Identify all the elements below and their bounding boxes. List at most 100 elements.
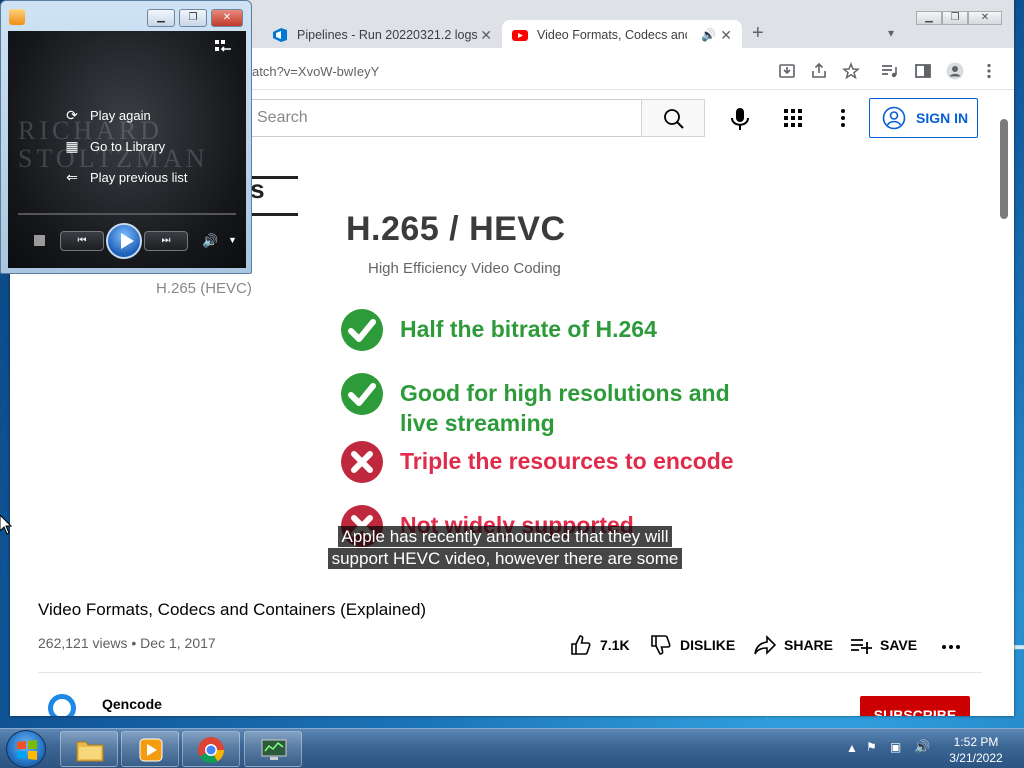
- tab-title: Pipelines - Run 20220321.2 logs: [297, 28, 478, 42]
- add-to-playlist-icon: [851, 639, 872, 654]
- slide-subtitle: High Efficiency Video Coding: [368, 260, 561, 277]
- go-to-library-item[interactable]: ▦ Go to Library: [64, 138, 165, 154]
- taskbar-media-player[interactable]: [121, 731, 179, 767]
- video-title: Video Formats, Codecs and Containers (Ex…: [38, 600, 427, 619]
- menu-label: Play previous list: [90, 169, 188, 185]
- media-player-body: RICHARD STOLTZMAN ⟳ Play again ▦ Go to L…: [8, 31, 246, 268]
- apps-grid-icon[interactable]: [782, 107, 804, 129]
- start-button[interactable]: [6, 730, 46, 768]
- media-player-window: ▁ ❐ ✕ RICHARD STOLTZMAN ⟳ Play again ▦ G…: [0, 0, 252, 274]
- tab-search-icon[interactable]: ▾: [888, 26, 894, 40]
- dislike-label: DISLIKE: [680, 637, 736, 653]
- side-panel-icon[interactable]: [914, 62, 932, 80]
- volume-tray-icon[interactable]: 🔊: [914, 739, 930, 768]
- profile-icon[interactable]: [946, 62, 964, 80]
- green-check-icon: [341, 309, 383, 351]
- volume-icon[interactable]: 🔊: [202, 233, 218, 249]
- media-player-icon: [139, 738, 163, 762]
- bullet-text: Half the bitrate of H.264: [400, 316, 657, 342]
- dislike-button[interactable]: DISLIKE: [650, 634, 735, 656]
- scroll-thumb[interactable]: [1000, 119, 1008, 219]
- stop-icon[interactable]: [34, 235, 45, 246]
- more-actions-button[interactable]: [940, 634, 962, 656]
- like-button[interactable]: 7.1K: [570, 634, 630, 656]
- clock-time: 1:52 PM: [953, 735, 999, 749]
- taskbar-chrome[interactable]: [182, 731, 240, 767]
- page-scrollbar[interactable]: [998, 91, 1010, 711]
- folder-icon: [76, 741, 104, 762]
- share-arrow-icon: [754, 635, 776, 655]
- save-label: SAVE: [880, 637, 918, 653]
- minimize-button[interactable]: ▁: [916, 11, 942, 25]
- tab-youtube[interactable]: Video Formats, Codecs and C 🔊 ✕: [502, 20, 742, 50]
- windows-logo-icon: [17, 740, 37, 760]
- microphone-icon[interactable]: [722, 101, 758, 137]
- save-button[interactable]: SAVE: [850, 634, 917, 656]
- tab-title: Video Formats, Codecs and C: [537, 28, 687, 42]
- media-control-icon[interactable]: [880, 62, 898, 80]
- switch-to-library-icon[interactable]: [214, 39, 232, 55]
- download-icon[interactable]: [778, 62, 796, 80]
- new-tab-button[interactable]: +: [752, 22, 764, 45]
- replay-icon: ⟳: [66, 107, 78, 123]
- wmp-maximize-button[interactable]: ❐: [179, 9, 207, 27]
- speaker-icon[interactable]: 🔊: [701, 28, 716, 42]
- action-center-icon[interactable]: ⚑: [866, 740, 877, 768]
- video-meta: 262,121 views • Dec 1, 2017: [38, 635, 216, 651]
- url-text[interactable]: atch?v=XvoW-bwIeyY: [252, 64, 379, 79]
- show-hidden-icons[interactable]: ▲: [846, 741, 858, 768]
- thumbs-down-icon: [651, 635, 671, 655]
- sign-in-button[interactable]: SIGN IN: [869, 98, 978, 138]
- account-icon: [882, 106, 906, 130]
- monitor-icon: [261, 739, 287, 760]
- wmp-close-button[interactable]: ✕: [211, 9, 243, 27]
- play-button[interactable]: [106, 223, 142, 259]
- more-horizontal-icon: [942, 645, 960, 649]
- like-count: 7.1K: [600, 637, 630, 653]
- thumbs-up-icon: [571, 635, 591, 655]
- search-button[interactable]: [641, 99, 705, 137]
- maximize-button[interactable]: ❐: [942, 11, 968, 25]
- taskbar-app[interactable]: [244, 731, 302, 767]
- slide-bullet: Half the bitrate of H.264: [340, 308, 657, 352]
- caption-line: Apple has recently announced that they w…: [320, 526, 690, 548]
- channel-avatar[interactable]: [48, 694, 76, 716]
- tab-pipelines[interactable]: Pipelines - Run 20220321.2 logs ✕: [262, 20, 502, 50]
- play-previous-list-item[interactable]: ⇐ Play previous list: [64, 169, 188, 185]
- bookmark-star-icon[interactable]: [842, 62, 860, 80]
- clock-date: 3/21/2022: [949, 751, 1003, 765]
- tab-close-icon[interactable]: ✕: [480, 27, 492, 44]
- seek-bar[interactable]: [18, 213, 236, 215]
- bullet-text: Good for high resolutions and live strea…: [400, 380, 730, 436]
- play-icon: [121, 233, 134, 249]
- taskbar-explorer[interactable]: [60, 731, 118, 767]
- volume-dropdown-icon[interactable]: ▼: [228, 235, 237, 245]
- slide-bullet: Good for high resolutions and live strea…: [340, 372, 760, 438]
- play-again-item[interactable]: ⟳ Play again: [64, 107, 151, 123]
- library-icon: ▦: [65, 138, 79, 154]
- share-icon[interactable]: [810, 62, 828, 80]
- system-clock[interactable]: 1:52 PM 3/21/2022: [936, 734, 1016, 766]
- previous-button[interactable]: ⏮: [60, 231, 104, 251]
- green-check-icon: [341, 373, 383, 415]
- youtube-icon: [512, 30, 528, 41]
- share-button[interactable]: SHARE: [754, 634, 833, 656]
- channel-name[interactable]: Qencode: [102, 696, 162, 712]
- menu-label: Go to Library: [90, 138, 166, 154]
- search-input[interactable]: Search: [242, 99, 642, 137]
- share-label: SHARE: [784, 637, 834, 653]
- wmp-minimize-button[interactable]: ▁: [147, 9, 175, 27]
- slide-title: H.265 / HEVC: [346, 210, 566, 248]
- tab-close-icon[interactable]: ✕: [720, 27, 732, 44]
- red-x-icon: [341, 441, 383, 483]
- next-button[interactable]: ⏭: [144, 231, 188, 251]
- network-icon[interactable]: ▣: [890, 740, 901, 768]
- chrome-menu-icon[interactable]: [980, 62, 998, 80]
- close-button[interactable]: ✕: [968, 11, 1002, 25]
- subscribe-button[interactable]: SUBSCRIBE: [860, 696, 970, 716]
- media-player-icon: [9, 9, 25, 25]
- azure-devops-icon: [273, 28, 287, 42]
- back-arrow-icon: ⇐: [66, 169, 78, 185]
- caption-line: support HEVC video, however there are so…: [320, 548, 690, 570]
- more-options-icon[interactable]: [832, 107, 854, 129]
